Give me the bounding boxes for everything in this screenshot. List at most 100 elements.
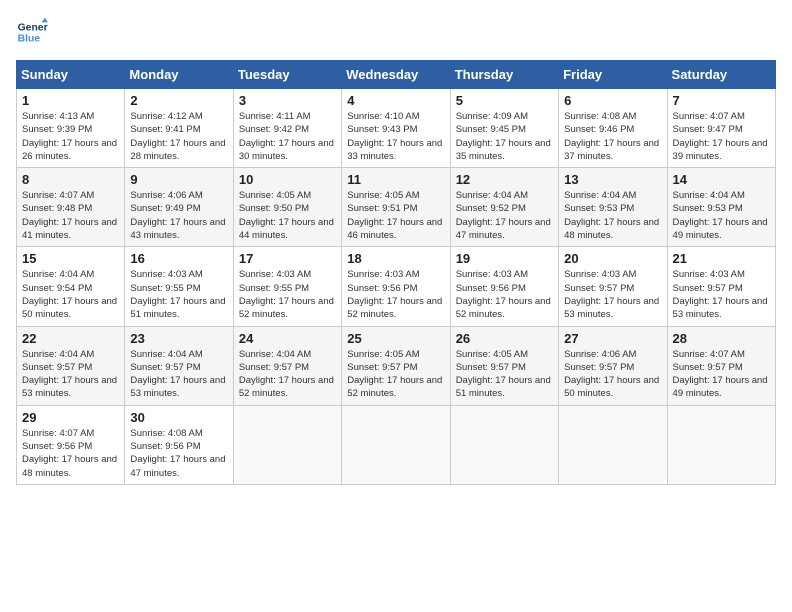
calendar-cell: 9 Sunrise: 4:06 AM Sunset: 9:49 PM Dayli… <box>125 168 233 247</box>
svg-text:Blue: Blue <box>18 34 41 45</box>
calendar-table: SundayMondayTuesdayWednesdayThursdayFrid… <box>16 60 776 485</box>
day-info: Sunrise: 4:03 AM Sunset: 9:55 PM Dayligh… <box>130 268 227 321</box>
day-info: Sunrise: 4:04 AM Sunset: 9:57 PM Dayligh… <box>130 348 227 401</box>
day-number: 25 <box>347 331 444 346</box>
day-number: 22 <box>22 331 119 346</box>
day-info: Sunrise: 4:06 AM Sunset: 9:49 PM Dayligh… <box>130 189 227 242</box>
calendar-cell <box>342 405 450 484</box>
calendar-cell: 5 Sunrise: 4:09 AM Sunset: 9:45 PM Dayli… <box>450 89 558 168</box>
calendar-cell: 21 Sunrise: 4:03 AM Sunset: 9:57 PM Dayl… <box>667 247 775 326</box>
day-number: 27 <box>564 331 661 346</box>
calendar-cell: 10 Sunrise: 4:05 AM Sunset: 9:50 PM Dayl… <box>233 168 341 247</box>
page-header: General Blue <box>16 16 776 48</box>
day-number: 30 <box>130 410 227 425</box>
day-number: 8 <box>22 172 119 187</box>
day-info: Sunrise: 4:10 AM Sunset: 9:43 PM Dayligh… <box>347 110 444 163</box>
day-number: 17 <box>239 251 336 266</box>
day-info: Sunrise: 4:08 AM Sunset: 9:56 PM Dayligh… <box>130 427 227 480</box>
day-info: Sunrise: 4:03 AM Sunset: 9:57 PM Dayligh… <box>564 268 661 321</box>
week-row-5: 29 Sunrise: 4:07 AM Sunset: 9:56 PM Dayl… <box>17 405 776 484</box>
calendar-cell: 29 Sunrise: 4:07 AM Sunset: 9:56 PM Dayl… <box>17 405 125 484</box>
day-number: 4 <box>347 93 444 108</box>
calendar-cell: 27 Sunrise: 4:06 AM Sunset: 9:57 PM Dayl… <box>559 326 667 405</box>
day-number: 24 <box>239 331 336 346</box>
day-info: Sunrise: 4:04 AM Sunset: 9:53 PM Dayligh… <box>673 189 770 242</box>
calendar-body: 1 Sunrise: 4:13 AM Sunset: 9:39 PM Dayli… <box>17 89 776 485</box>
day-info: Sunrise: 4:04 AM Sunset: 9:57 PM Dayligh… <box>22 348 119 401</box>
day-number: 16 <box>130 251 227 266</box>
day-number: 26 <box>456 331 553 346</box>
day-info: Sunrise: 4:05 AM Sunset: 9:57 PM Dayligh… <box>456 348 553 401</box>
calendar-cell: 20 Sunrise: 4:03 AM Sunset: 9:57 PM Dayl… <box>559 247 667 326</box>
weekday-header-thursday: Thursday <box>450 61 558 89</box>
day-info: Sunrise: 4:12 AM Sunset: 9:41 PM Dayligh… <box>130 110 227 163</box>
weekday-header-monday: Monday <box>125 61 233 89</box>
day-number: 13 <box>564 172 661 187</box>
day-number: 10 <box>239 172 336 187</box>
calendar-cell: 22 Sunrise: 4:04 AM Sunset: 9:57 PM Dayl… <box>17 326 125 405</box>
calendar-cell: 16 Sunrise: 4:03 AM Sunset: 9:55 PM Dayl… <box>125 247 233 326</box>
day-info: Sunrise: 4:03 AM Sunset: 9:56 PM Dayligh… <box>347 268 444 321</box>
day-info: Sunrise: 4:03 AM Sunset: 9:56 PM Dayligh… <box>456 268 553 321</box>
day-number: 7 <box>673 93 770 108</box>
day-info: Sunrise: 4:04 AM Sunset: 9:53 PM Dayligh… <box>564 189 661 242</box>
calendar-cell: 26 Sunrise: 4:05 AM Sunset: 9:57 PM Dayl… <box>450 326 558 405</box>
weekday-header-friday: Friday <box>559 61 667 89</box>
calendar-cell <box>233 405 341 484</box>
day-number: 28 <box>673 331 770 346</box>
weekday-header-row: SundayMondayTuesdayWednesdayThursdayFrid… <box>17 61 776 89</box>
calendar-cell: 14 Sunrise: 4:04 AM Sunset: 9:53 PM Dayl… <box>667 168 775 247</box>
day-info: Sunrise: 4:07 AM Sunset: 9:48 PM Dayligh… <box>22 189 119 242</box>
day-info: Sunrise: 4:04 AM Sunset: 9:57 PM Dayligh… <box>239 348 336 401</box>
day-info: Sunrise: 4:13 AM Sunset: 9:39 PM Dayligh… <box>22 110 119 163</box>
calendar-cell: 18 Sunrise: 4:03 AM Sunset: 9:56 PM Dayl… <box>342 247 450 326</box>
day-info: Sunrise: 4:03 AM Sunset: 9:55 PM Dayligh… <box>239 268 336 321</box>
day-number: 20 <box>564 251 661 266</box>
day-number: 11 <box>347 172 444 187</box>
day-number: 2 <box>130 93 227 108</box>
calendar-cell: 19 Sunrise: 4:03 AM Sunset: 9:56 PM Dayl… <box>450 247 558 326</box>
week-row-2: 8 Sunrise: 4:07 AM Sunset: 9:48 PM Dayli… <box>17 168 776 247</box>
calendar-cell: 7 Sunrise: 4:07 AM Sunset: 9:47 PM Dayli… <box>667 89 775 168</box>
week-row-3: 15 Sunrise: 4:04 AM Sunset: 9:54 PM Dayl… <box>17 247 776 326</box>
calendar-cell: 1 Sunrise: 4:13 AM Sunset: 9:39 PM Dayli… <box>17 89 125 168</box>
day-info: Sunrise: 4:06 AM Sunset: 9:57 PM Dayligh… <box>564 348 661 401</box>
day-number: 5 <box>456 93 553 108</box>
calendar-cell: 6 Sunrise: 4:08 AM Sunset: 9:46 PM Dayli… <box>559 89 667 168</box>
calendar-cell: 11 Sunrise: 4:05 AM Sunset: 9:51 PM Dayl… <box>342 168 450 247</box>
calendar-cell: 28 Sunrise: 4:07 AM Sunset: 9:57 PM Dayl… <box>667 326 775 405</box>
calendar-cell: 23 Sunrise: 4:04 AM Sunset: 9:57 PM Dayl… <box>125 326 233 405</box>
weekday-header-wednesday: Wednesday <box>342 61 450 89</box>
weekday-header-sunday: Sunday <box>17 61 125 89</box>
day-number: 15 <box>22 251 119 266</box>
logo: General Blue <box>16 16 48 48</box>
day-number: 1 <box>22 93 119 108</box>
day-number: 19 <box>456 251 553 266</box>
calendar-cell <box>559 405 667 484</box>
day-number: 21 <box>673 251 770 266</box>
weekday-header-saturday: Saturday <box>667 61 775 89</box>
calendar-cell: 15 Sunrise: 4:04 AM Sunset: 9:54 PM Dayl… <box>17 247 125 326</box>
day-info: Sunrise: 4:05 AM Sunset: 9:50 PM Dayligh… <box>239 189 336 242</box>
day-number: 14 <box>673 172 770 187</box>
week-row-4: 22 Sunrise: 4:04 AM Sunset: 9:57 PM Dayl… <box>17 326 776 405</box>
day-info: Sunrise: 4:04 AM Sunset: 9:52 PM Dayligh… <box>456 189 553 242</box>
calendar-cell: 3 Sunrise: 4:11 AM Sunset: 9:42 PM Dayli… <box>233 89 341 168</box>
day-info: Sunrise: 4:07 AM Sunset: 9:47 PM Dayligh… <box>673 110 770 163</box>
calendar-cell: 8 Sunrise: 4:07 AM Sunset: 9:48 PM Dayli… <box>17 168 125 247</box>
calendar-cell: 2 Sunrise: 4:12 AM Sunset: 9:41 PM Dayli… <box>125 89 233 168</box>
calendar-cell: 17 Sunrise: 4:03 AM Sunset: 9:55 PM Dayl… <box>233 247 341 326</box>
calendar-cell <box>667 405 775 484</box>
day-number: 3 <box>239 93 336 108</box>
day-info: Sunrise: 4:03 AM Sunset: 9:57 PM Dayligh… <box>673 268 770 321</box>
day-number: 12 <box>456 172 553 187</box>
day-info: Sunrise: 4:11 AM Sunset: 9:42 PM Dayligh… <box>239 110 336 163</box>
day-number: 18 <box>347 251 444 266</box>
day-number: 6 <box>564 93 661 108</box>
day-info: Sunrise: 4:05 AM Sunset: 9:51 PM Dayligh… <box>347 189 444 242</box>
calendar-cell: 30 Sunrise: 4:08 AM Sunset: 9:56 PM Dayl… <box>125 405 233 484</box>
day-number: 9 <box>130 172 227 187</box>
day-number: 29 <box>22 410 119 425</box>
day-info: Sunrise: 4:08 AM Sunset: 9:46 PM Dayligh… <box>564 110 661 163</box>
day-info: Sunrise: 4:07 AM Sunset: 9:56 PM Dayligh… <box>22 427 119 480</box>
